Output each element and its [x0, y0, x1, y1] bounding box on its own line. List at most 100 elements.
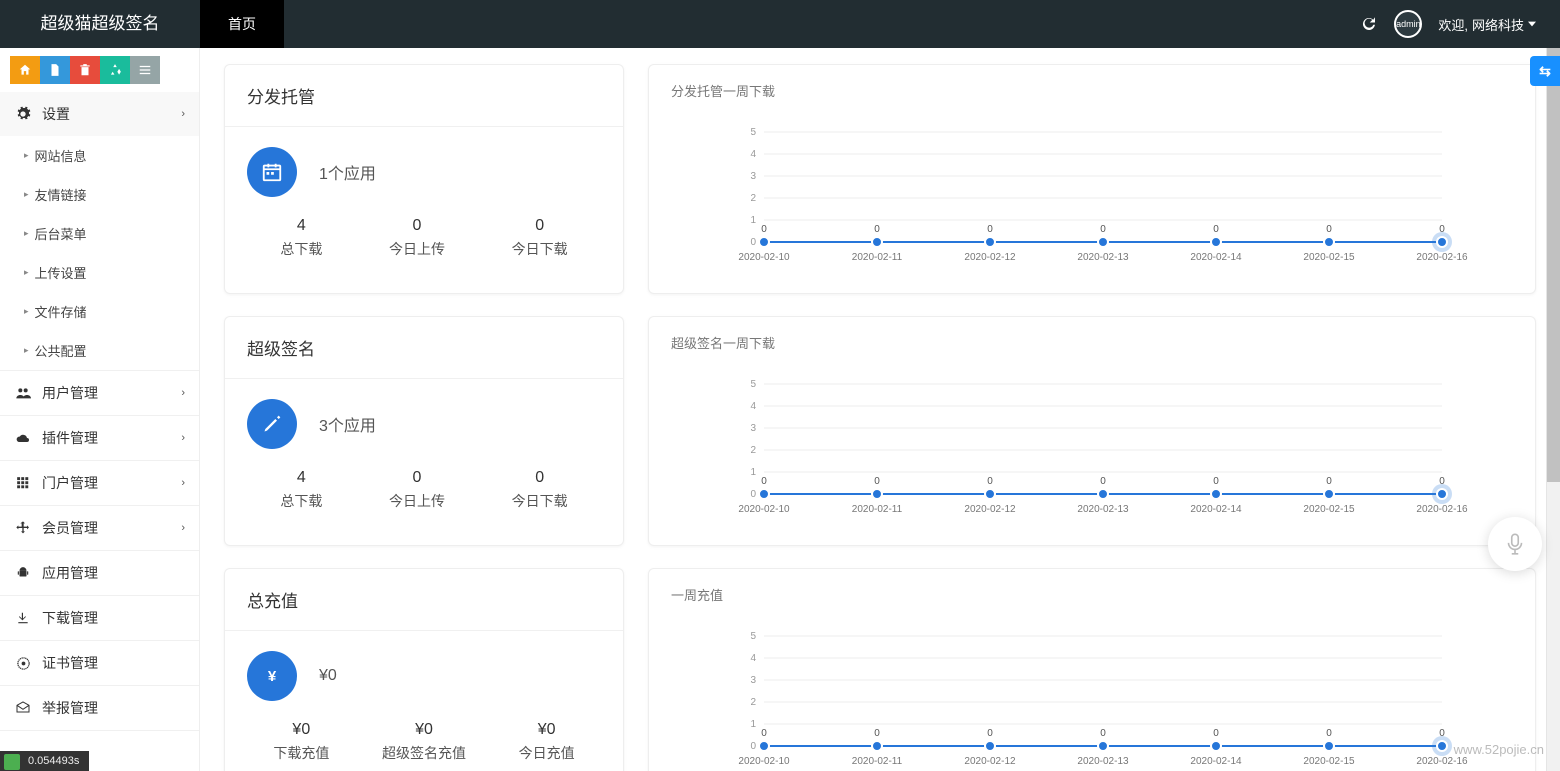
stat-item: 0今日上传: [389, 217, 445, 259]
chevron-right-icon: ›: [181, 522, 185, 534]
svg-text:1: 1: [750, 719, 756, 730]
svg-text:0: 0: [987, 476, 993, 487]
chart-title: 分发托管一周下载: [649, 65, 1535, 100]
nav-home-tab[interactable]: 首页: [200, 0, 284, 48]
summary-card-2: 总充值 ¥ ¥0 ¥0下载充值¥0超级签名充值¥0今日充值: [224, 568, 624, 771]
menu-star[interactable]: 证书管理: [0, 641, 199, 685]
toolbar-recycle-button[interactable]: [100, 56, 130, 84]
download-icon: [14, 611, 32, 625]
summary-text: ¥0: [319, 667, 337, 685]
menu-android[interactable]: 应用管理: [0, 551, 199, 595]
svg-text:¥: ¥: [268, 668, 277, 685]
cloud-icon: [14, 430, 32, 446]
chevron-right-icon: ›: [181, 477, 185, 489]
submenu-item-3[interactable]: ▸上传设置: [0, 253, 199, 292]
stat-label: 超级签名充值: [382, 743, 466, 763]
float-badge[interactable]: ⇆: [1530, 56, 1560, 86]
svg-text:2020-02-14: 2020-02-14: [1190, 252, 1242, 263]
toolbar-home-button[interactable]: [10, 56, 40, 84]
profiler-badge[interactable]: 0.054493s: [0, 751, 89, 771]
summary-text: 1个应用: [319, 160, 376, 184]
svg-text:2020-02-11: 2020-02-11: [852, 504, 903, 515]
mail-icon: [14, 700, 32, 716]
brand-title: 超级猫超级签名: [0, 0, 200, 48]
toolbar-list-button[interactable]: [130, 56, 160, 84]
svg-text:0: 0: [987, 224, 993, 235]
watermark-text: www.52pojie.cn: [1454, 742, 1544, 757]
svg-text:0: 0: [1100, 224, 1106, 235]
toolbar-file-button[interactable]: [40, 56, 70, 84]
scrollbar-thumb[interactable]: [1547, 48, 1560, 482]
star-icon: [14, 656, 32, 671]
caret-icon: ▸: [24, 345, 29, 356]
svg-text:3: 3: [750, 675, 756, 686]
line-chart: 0123452020-02-1002020-02-1102020-02-1202…: [671, 622, 1513, 771]
stat-item: 4总下载: [280, 469, 322, 511]
toolbar-trash-button[interactable]: [70, 56, 100, 84]
svg-text:2020-02-14: 2020-02-14: [1190, 504, 1242, 515]
menu-label: 证书管理: [42, 653, 98, 673]
scrollbar[interactable]: [1546, 48, 1560, 771]
recycle-icon: [108, 63, 122, 77]
chevron-right-icon: ›: [181, 432, 185, 444]
stat-item: ¥0下载充值: [273, 721, 329, 763]
svg-text:2020-02-16: 2020-02-16: [1416, 252, 1468, 263]
svg-text:2020-02-10: 2020-02-10: [738, 756, 790, 767]
svg-text:0: 0: [1326, 224, 1332, 235]
menu-cloud[interactable]: 插件管理 ›: [0, 416, 199, 460]
svg-text:2020-02-13: 2020-02-13: [1077, 504, 1129, 515]
menu-settings[interactable]: 设置 ›: [0, 92, 199, 136]
svg-text:3: 3: [750, 171, 756, 182]
submenu-item-4[interactable]: ▸文件存储: [0, 292, 199, 331]
svg-text:0: 0: [874, 224, 880, 235]
menu-label: 用户管理: [42, 383, 98, 403]
svg-text:2: 2: [750, 697, 756, 708]
welcome-dropdown[interactable]: 欢迎, 网络科技: [1438, 15, 1536, 34]
menu-label: 下载管理: [42, 608, 98, 628]
svg-text:2020-02-15: 2020-02-15: [1303, 504, 1355, 515]
summary-card-1: 超级签名 3个应用 4总下载0今日上传0今日下载: [224, 316, 624, 546]
stat-value: 0: [389, 217, 445, 235]
submenu-item-5[interactable]: ▸公共配置: [0, 331, 199, 370]
submenu-item-0[interactable]: ▸网站信息: [0, 136, 199, 175]
refresh-icon[interactable]: [1360, 15, 1378, 33]
caret-icon: ▸: [24, 267, 29, 278]
file-icon: [48, 63, 62, 77]
menu-users[interactable]: 用户管理 ›: [0, 371, 199, 415]
menu-mail[interactable]: 举报管理: [0, 686, 199, 730]
chart-card-1: 超级签名一周下载 0123452020-02-1002020-02-110202…: [648, 316, 1536, 546]
svg-text:0: 0: [761, 476, 767, 487]
android-icon: [14, 566, 32, 580]
welcome-user: 网络科技: [1472, 15, 1524, 34]
svg-text:2020-02-16: 2020-02-16: [1416, 756, 1468, 767]
stat-label: 今日下载: [512, 239, 568, 259]
menu-move[interactable]: 会员管理 ›: [0, 506, 199, 550]
microphone-button[interactable]: [1488, 517, 1542, 571]
avatar[interactable]: admin: [1394, 10, 1422, 38]
sidebar: 设置 › ▸网站信息 ▸友情链接 ▸后台菜单 ▸上传设置 ▸文件存储 ▸公共配置…: [0, 48, 200, 771]
svg-text:0: 0: [1213, 224, 1219, 235]
card-title: 分发托管: [225, 65, 623, 127]
submenu-item-1[interactable]: ▸友情链接: [0, 175, 199, 214]
settings-submenu: ▸网站信息 ▸友情链接 ▸后台菜单 ▸上传设置 ▸文件存储 ▸公共配置: [0, 136, 199, 370]
caret-icon: ▸: [24, 306, 29, 317]
svg-text:1: 1: [750, 215, 756, 226]
svg-text:0: 0: [1213, 476, 1219, 487]
menu-settings-label: 设置: [42, 104, 70, 124]
stat-value: 0: [512, 217, 568, 235]
menu-label: 门户管理: [42, 473, 98, 493]
main-content: 分发托管 1个应用 4总下载0今日上传0今日下载 分发托管一周下载 012345…: [200, 48, 1560, 771]
svg-text:2020-02-11: 2020-02-11: [852, 252, 903, 263]
stat-value: 4: [280, 469, 322, 487]
submenu-item-2[interactable]: ▸后台菜单: [0, 214, 199, 253]
svg-text:0: 0: [750, 741, 756, 752]
svg-text:2020-02-13: 2020-02-13: [1077, 756, 1129, 767]
menu-grid[interactable]: 门户管理 ›: [0, 461, 199, 505]
svg-text:0: 0: [874, 476, 880, 487]
chart-card-0: 分发托管一周下载 0123452020-02-1002020-02-110202…: [648, 64, 1536, 294]
svg-text:0: 0: [1100, 728, 1106, 739]
menu-download[interactable]: 下载管理: [0, 596, 199, 640]
line-chart: 0123452020-02-1002020-02-1102020-02-1202…: [671, 118, 1513, 268]
svg-text:3: 3: [750, 423, 756, 434]
svg-text:2020-02-16: 2020-02-16: [1416, 504, 1468, 515]
